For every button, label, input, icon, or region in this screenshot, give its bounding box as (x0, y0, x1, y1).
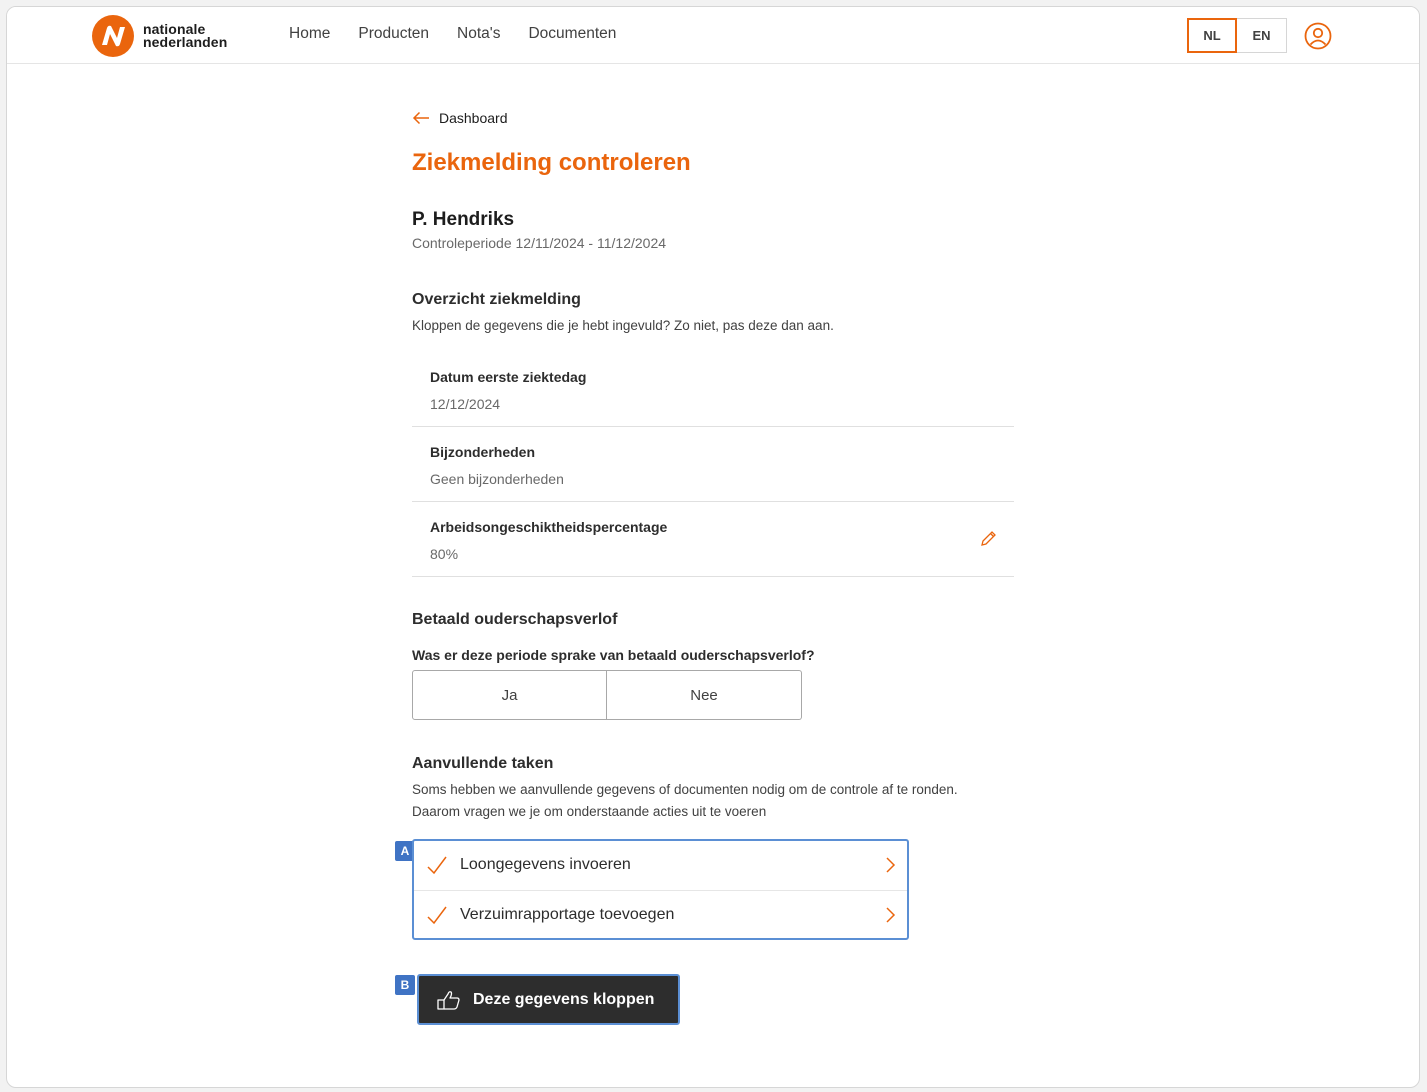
nav-home[interactable]: Home (289, 25, 330, 43)
choice-no-button[interactable]: Nee (607, 670, 802, 720)
arrow-left-icon (412, 111, 429, 125)
user-circle-icon[interactable] (1304, 22, 1332, 50)
detail-value: 80% (430, 546, 459, 562)
check-icon (427, 856, 447, 875)
lang-en-button[interactable]: EN (1237, 18, 1287, 53)
top-header: nationale nederlanden Home Producten Not… (7, 7, 1419, 64)
detail-value: 12/12/2024 (430, 396, 501, 412)
page-title: Ziekmelding controleren (412, 149, 691, 176)
logo[interactable]: nationale nederlanden (91, 14, 227, 58)
annotation-badge-b: B (395, 975, 415, 995)
chevron-right-icon (886, 857, 896, 873)
overview-details: Datum eerste ziektedag 12/12/2024 Bijzon… (412, 352, 1014, 577)
parental-leave-question: Was er deze periode sprake van betaald o… (412, 647, 815, 663)
detail-label: Arbeidsongeschiktheidspercentage (430, 519, 668, 535)
logo-text: nationale nederlanden (143, 22, 228, 50)
tasks-description: Soms hebben we aanvullende gegevens of d… (412, 782, 958, 819)
pencil-icon[interactable] (979, 530, 997, 548)
parental-leave-title: Betaald ouderschapsverlof (412, 611, 618, 628)
parental-leave-choice: Ja Nee (412, 670, 802, 720)
tasks-list: Loongegevens invoeren Verzuimrapportage … (412, 839, 909, 940)
nav-notas[interactable]: Nota's (457, 25, 500, 43)
check-icon (427, 906, 447, 925)
detail-row: Arbeidsongeschiktheidspercentage 80% (412, 502, 1014, 577)
chevron-right-icon (886, 907, 896, 923)
nav-producten[interactable]: Producten (358, 25, 429, 43)
overview-description: Kloppen de gegevens die je hebt ingevuld… (412, 318, 834, 333)
confirm-button-label: Deze gegevens kloppen (473, 990, 655, 1008)
main-nav: Home Producten Nota's Documenten (289, 25, 644, 43)
employee-name: P. Hendriks (412, 209, 515, 230)
back-link-label: Dashboard (439, 110, 508, 126)
detail-value: Geen bijzonderheden (430, 471, 564, 487)
task-label: Verzuimrapportage toevoegen (460, 906, 675, 923)
logo-text-line2: nederlanden (143, 34, 228, 50)
back-link[interactable]: Dashboard (412, 110, 508, 126)
nn-logo-icon (92, 15, 134, 57)
detail-row: Bijzonderheden Geen bijzonderheden (412, 427, 1014, 502)
control-period: Controleperiode 12/11/2024 - 11/12/2024 (412, 235, 667, 251)
detail-row: Datum eerste ziektedag 12/12/2024 (412, 352, 1014, 427)
detail-label: Bijzonderheden (430, 444, 536, 460)
language-switch: NL EN (1187, 18, 1287, 53)
nav-documenten[interactable]: Documenten (528, 25, 616, 43)
choice-yes-button[interactable]: Ja (412, 670, 607, 720)
thumbs-up-icon (437, 990, 460, 1010)
task-item-loongegevens[interactable]: Loongegevens invoeren (414, 841, 907, 890)
task-item-verzuimrapportage[interactable]: Verzuimrapportage toevoegen (414, 890, 907, 939)
tasks-title: Aanvullende taken (412, 755, 554, 772)
lang-nl-button[interactable]: NL (1187, 18, 1237, 53)
detail-label: Datum eerste ziektedag (430, 369, 587, 385)
task-label: Loongegevens invoeren (460, 856, 631, 873)
app-window: nationale nederlanden Home Producten Not… (6, 6, 1420, 1088)
confirm-button[interactable]: Deze gegevens kloppen (417, 974, 680, 1025)
overview-title: Overzicht ziekmelding (412, 291, 581, 308)
